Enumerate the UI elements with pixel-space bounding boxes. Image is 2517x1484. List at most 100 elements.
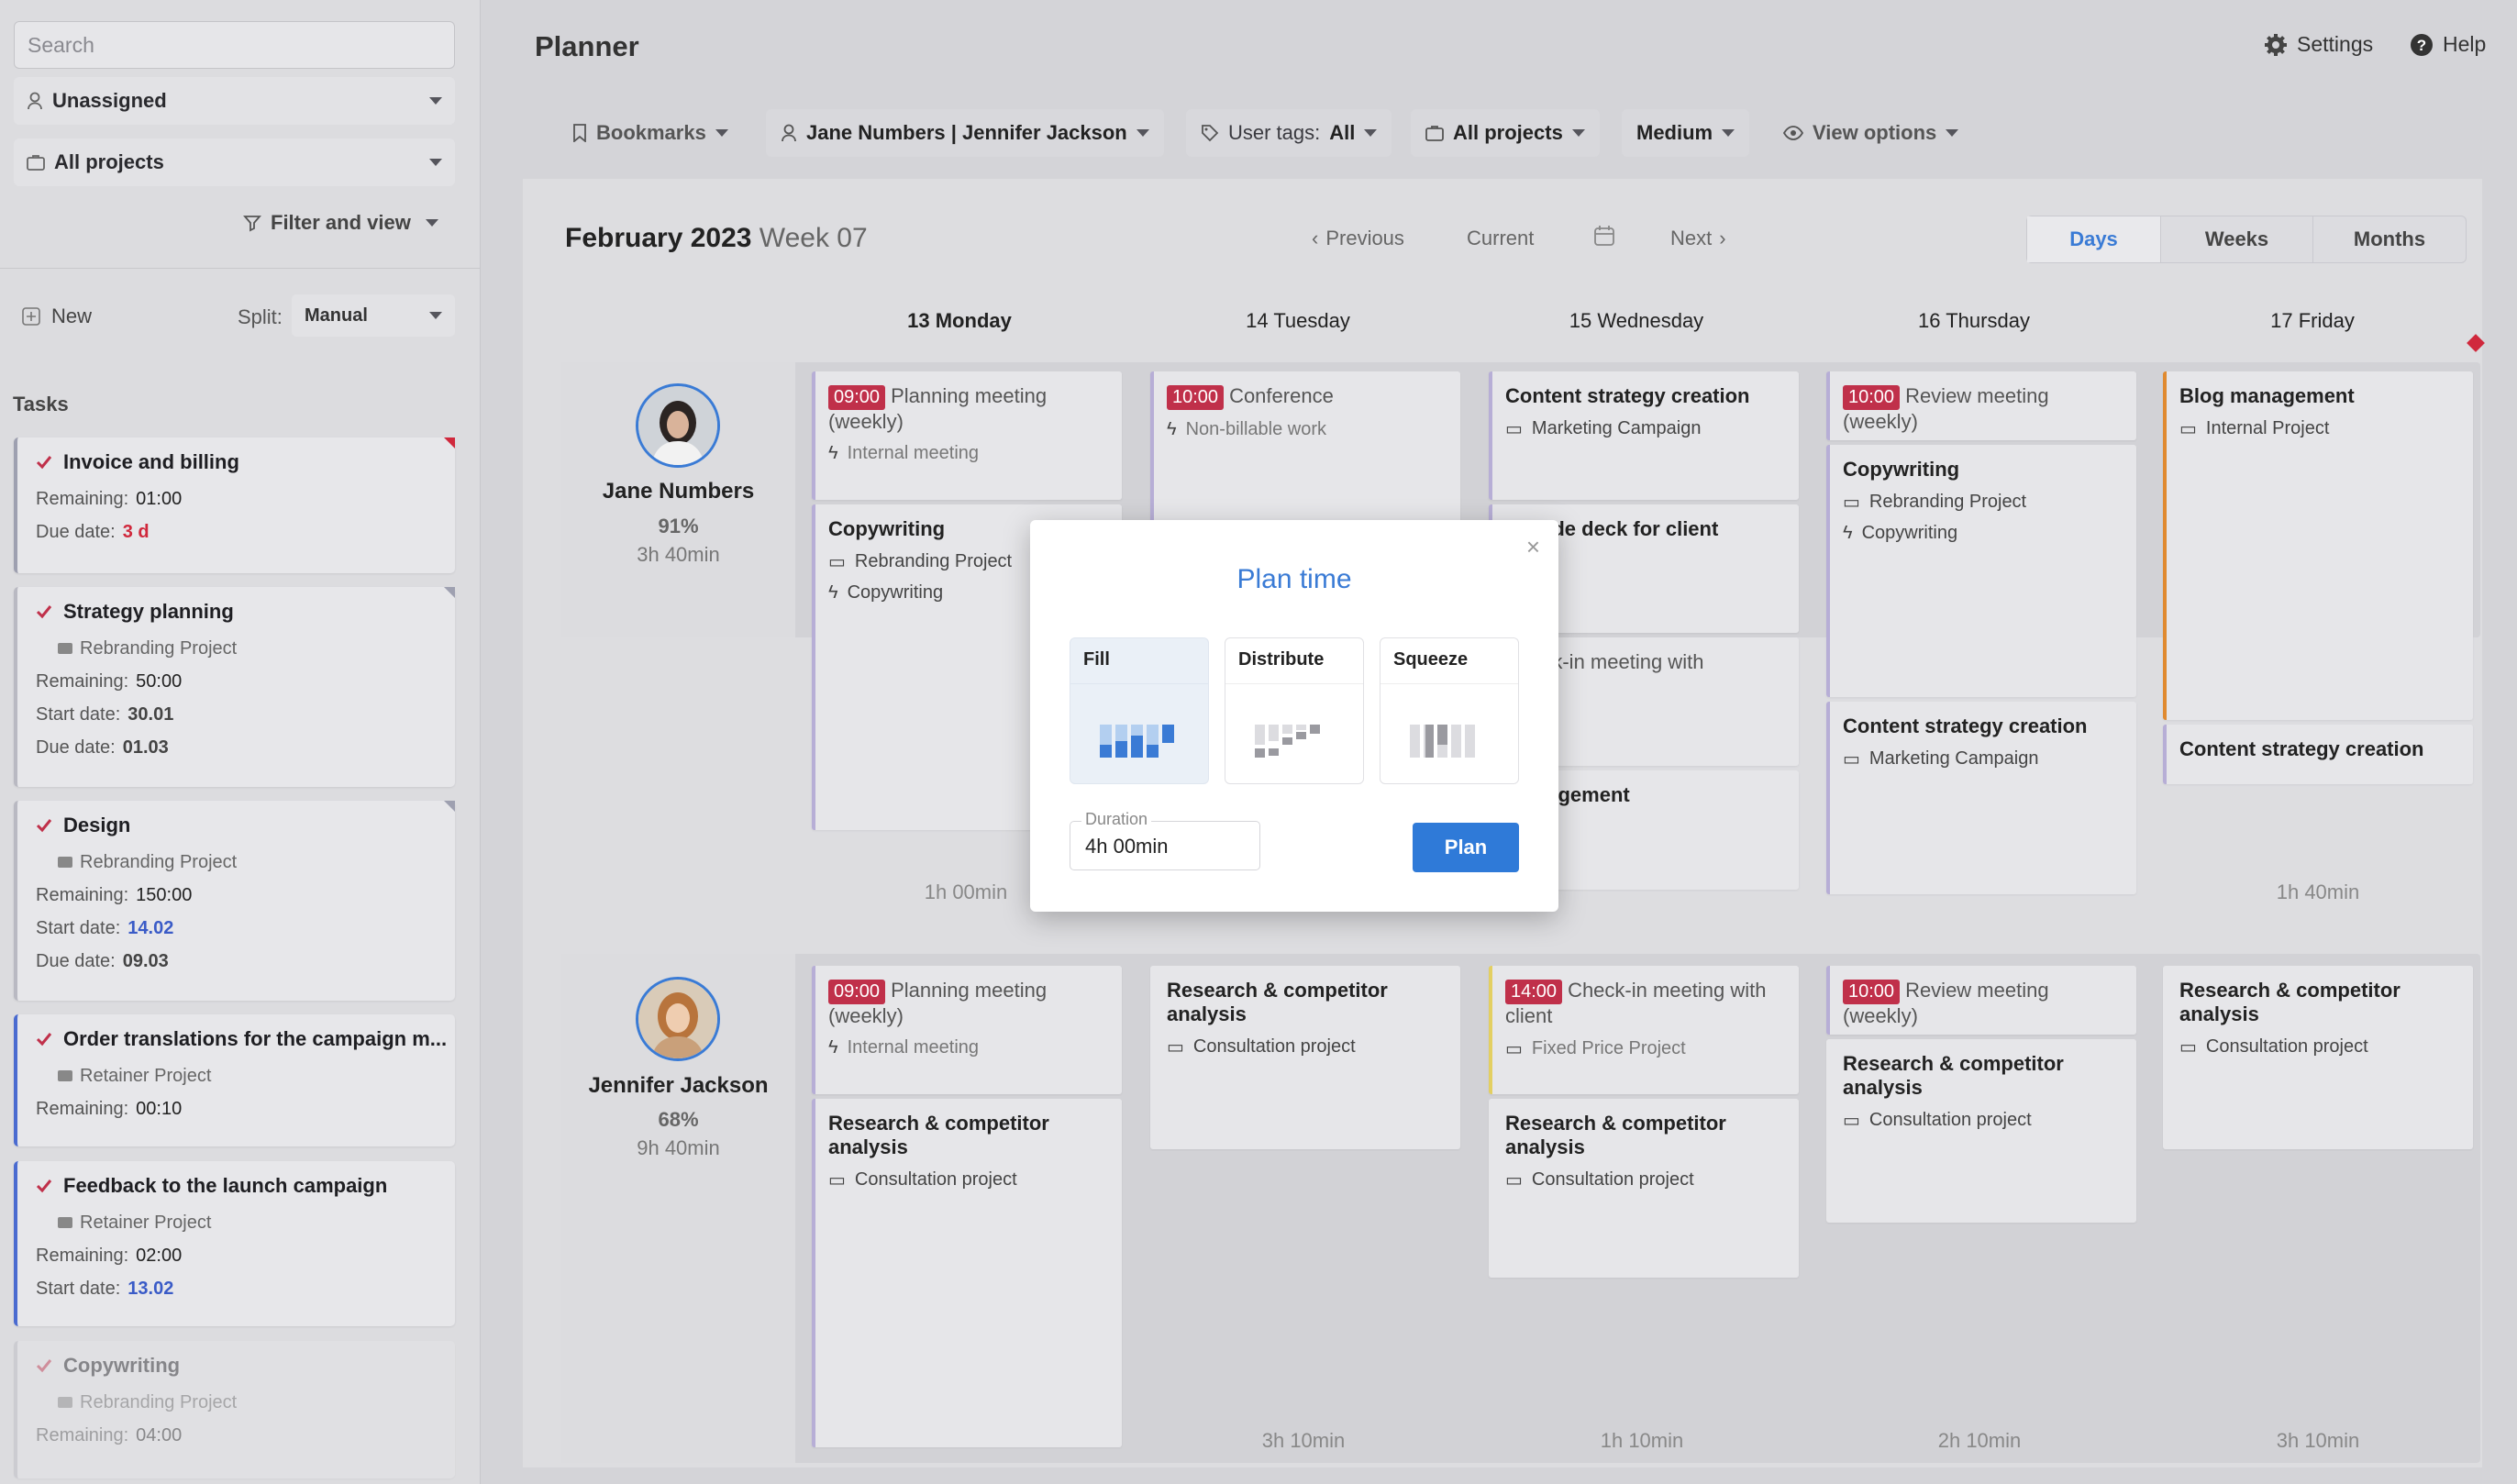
check-icon	[36, 1179, 52, 1193]
person-name: Jane Numbers	[602, 479, 755, 504]
event-project: Marketing Campaign	[1531, 418, 1702, 438]
event-project: Rebranding Project	[854, 551, 1013, 571]
duration-label: Duration	[1081, 810, 1152, 829]
task-title: Order translations for the campaign m...	[63, 1027, 448, 1050]
plan-button[interactable]: Plan	[1413, 823, 1519, 872]
chevron-down-icon	[1946, 129, 1959, 137]
task-card[interactable]: Design Rebranding Project Remaining: 150:…	[14, 801, 455, 1001]
settings-button[interactable]: Settings	[2264, 32, 2373, 57]
event-title: Research & competitor analysis	[1843, 1052, 2064, 1099]
event-card[interactable]: Research & competitor analysis ▭ Consulta…	[1150, 966, 1460, 1149]
user-tags-dropdown[interactable]: User tags: All	[1186, 109, 1392, 157]
event-card[interactable]: 09:00 Planning meeting (weekly) ϟ Internal…	[812, 371, 1122, 500]
task-title: Invoice and billing	[63, 450, 239, 473]
day-number: 17	[2270, 309, 2293, 332]
avatar[interactable]	[636, 383, 720, 468]
search-input[interactable]: Search	[14, 21, 455, 69]
tab-weeks[interactable]: Weeks	[2161, 216, 2313, 262]
help-button[interactable]: ? Help	[2410, 32, 2486, 57]
event-project: Consultation project	[1868, 1110, 2032, 1130]
event-card[interactable]: 10:00 Review meeting (weekly)	[1826, 371, 2136, 440]
fill-option[interactable]: Fill	[1070, 637, 1209, 784]
task-title: Design	[63, 814, 131, 836]
remaining-value: 150:00	[136, 884, 193, 905]
distribute-option[interactable]: Distribute	[1225, 637, 1364, 784]
day-name: Wednesday	[1597, 309, 1704, 332]
projects-filter-dropdown[interactable]: All projects	[1411, 109, 1600, 157]
flag-marker	[444, 801, 455, 812]
day-name: Friday	[2298, 309, 2355, 332]
divider	[0, 268, 480, 269]
event-time: 09:00	[828, 384, 886, 410]
chevron-down-icon	[1571, 129, 1585, 137]
briefcase-icon: ▭	[2179, 1037, 2197, 1058]
event-subtitle: Non-billable work	[1185, 418, 1326, 439]
tab-months[interactable]: Months	[2313, 216, 2466, 262]
size-dropdown[interactable]: Medium	[1622, 109, 1750, 157]
start-value: 14.02	[128, 917, 174, 938]
folder-icon	[58, 857, 72, 868]
due-label: Due date:	[36, 950, 116, 971]
lightning-icon: ϟ	[1843, 523, 1853, 543]
event-card[interactable]: Copywriting ▭ Rebranding Project ϟ Copywri…	[1826, 445, 2136, 697]
tab-days[interactable]: Days	[2027, 216, 2161, 262]
split-value: Manual	[305, 305, 368, 326]
users-dropdown[interactable]: Jane Numbers | Jennifer Jackson	[766, 109, 1164, 157]
remaining-value: 02:00	[136, 1245, 183, 1266]
event-time: 10:00	[1843, 384, 1901, 410]
event-card[interactable]: Blog management ▭ Internal Project	[2163, 371, 2473, 720]
bookmarks-dropdown[interactable]: Bookmarks	[558, 109, 743, 157]
new-task-button[interactable]: New	[22, 305, 92, 328]
view-options-dropdown[interactable]: View options	[1769, 109, 1973, 157]
day-total: 3h 10min	[1261, 1429, 1346, 1452]
planned-hours: 9h 40min	[637, 1136, 720, 1159]
chevron-down-icon	[429, 159, 442, 166]
briefcase-icon	[1425, 126, 1444, 141]
month-label: February 2023	[565, 223, 752, 253]
event-card[interactable]: Research & competitor analysis ▭ Consulta…	[812, 1099, 1122, 1447]
assignee-dropdown[interactable]: Unassigned	[14, 77, 455, 125]
planned-hours: 3h 40min	[637, 543, 720, 566]
task-card[interactable]: Copywriting Rebranding Project Remaining…	[14, 1341, 455, 1478]
next-button[interactable]: Next ›	[1670, 227, 1726, 250]
folder-icon	[58, 643, 72, 654]
eye-icon	[1783, 126, 1803, 140]
close-icon[interactable]: ×	[1526, 533, 1540, 561]
split-select[interactable]: Manual	[292, 294, 455, 337]
chevron-down-icon	[1364, 129, 1378, 137]
duration-field[interactable]: Duration 4h 00min	[1070, 810, 1260, 870]
today-marker	[2467, 334, 2485, 352]
help-icon: ?	[2411, 33, 2433, 56]
avatar[interactable]	[636, 977, 720, 1061]
event-card[interactable]: Content strategy creation ▭ Marketing Cam…	[1489, 371, 1799, 500]
event-title: Research & competitor analysis	[828, 1112, 1049, 1158]
event-time: 14:00	[1505, 979, 1563, 1004]
bookmarks-label: Bookmarks	[596, 121, 706, 144]
day-total: 1h 40min	[2276, 880, 2360, 903]
event-card[interactable]: 10:00 Review meeting (weekly)	[1826, 966, 2136, 1035]
event-card[interactable]: Content strategy creation	[2163, 725, 2473, 784]
filter-and-view-button[interactable]: Filter and view	[243, 211, 438, 235]
user-icon	[782, 124, 796, 142]
event-card[interactable]: Research & competitor analysis ▭ Consulta…	[1489, 1099, 1799, 1278]
event-card[interactable]: Research & competitor analysis ▭ Consulta…	[2163, 966, 2473, 1149]
task-card[interactable]: Feedback to the launch campaign Retainer…	[14, 1161, 455, 1326]
event-card[interactable]: 14:00 Check-in meeting with client ▭ Fixed…	[1489, 966, 1799, 1094]
event-card[interactable]: 09:00 Planning meeting (weekly) ϟ Internal…	[812, 966, 1122, 1094]
chevron-down-icon	[425, 219, 438, 227]
previous-button[interactable]: ‹ Previous	[1312, 227, 1404, 250]
chevron-left-icon: ‹	[1312, 227, 1319, 249]
calendar-icon[interactable]	[1593, 225, 1615, 247]
task-card[interactable]: Strategy planning Rebranding Project Rem…	[14, 587, 455, 787]
event-card[interactable]: Research & competitor analysis ▭ Consulta…	[1826, 1039, 2136, 1223]
projects-dropdown[interactable]: All projects	[14, 138, 455, 186]
user-tags-label: User tags:	[1228, 121, 1321, 144]
event-card[interactable]: Content strategy creation ▭ Marketing Cam…	[1826, 702, 2136, 894]
current-button[interactable]: Current	[1467, 227, 1534, 250]
event-title: Research & competitor analysis	[1505, 1112, 1726, 1158]
folder-icon	[58, 1397, 72, 1408]
squeeze-option[interactable]: Squeeze	[1380, 637, 1519, 784]
task-card[interactable]: Invoice and billing Remaining: 01:00 Due …	[14, 437, 455, 573]
task-card[interactable]: Order translations for the campaign m...…	[14, 1014, 455, 1146]
start-value: 13.02	[128, 1278, 174, 1299]
